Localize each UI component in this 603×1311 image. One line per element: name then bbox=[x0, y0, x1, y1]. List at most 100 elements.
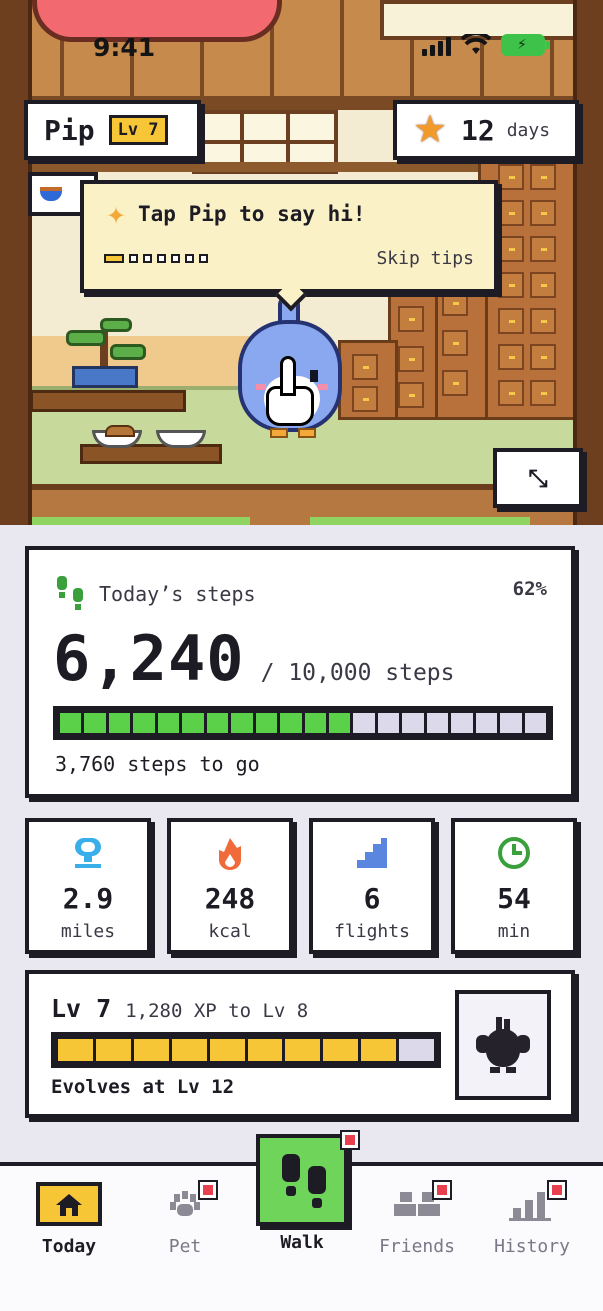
level-title: Lv 7 bbox=[51, 994, 112, 1023]
nav-label: Friends bbox=[379, 1236, 455, 1257]
expand-button[interactable]: ⤡ bbox=[493, 448, 583, 508]
signal-icon bbox=[422, 37, 451, 56]
tip-progress-dot bbox=[104, 254, 124, 263]
steps-card: Today’s steps 62% 6,240 / 10,000 steps 3… bbox=[25, 546, 575, 798]
sparkle-icon: ✦ bbox=[106, 202, 127, 230]
stat-card-minutes[interactable]: 54 min bbox=[451, 818, 577, 954]
stat-label: min bbox=[497, 921, 531, 942]
pin-icon bbox=[75, 838, 101, 868]
progress-segment-empty bbox=[524, 713, 547, 733]
progress-segment-filled bbox=[157, 713, 180, 733]
progress-segment-filled bbox=[182, 713, 204, 733]
stat-label: flights bbox=[334, 921, 410, 942]
tip-progress-dot bbox=[143, 254, 152, 263]
progress-segment-empty bbox=[399, 1039, 435, 1061]
bonsai-pot bbox=[72, 366, 138, 388]
notification-dot bbox=[432, 1180, 452, 1200]
progress-segment-filled bbox=[60, 713, 82, 733]
nav-pet[interactable]: Pet bbox=[130, 1180, 240, 1257]
progress-segment-filled bbox=[209, 1039, 245, 1061]
steps-progress-bar bbox=[53, 706, 553, 740]
home-icon bbox=[36, 1182, 102, 1226]
tip-message: Tap Pip to say hi! bbox=[138, 202, 366, 226]
notification-dot bbox=[198, 1180, 218, 1200]
stat-value: 2.9 bbox=[62, 882, 114, 915]
tip-progress-dot bbox=[185, 254, 194, 263]
progress-segment-filled bbox=[95, 1039, 131, 1061]
progress-segment-empty bbox=[377, 713, 400, 733]
progress-segment-filled bbox=[285, 1039, 321, 1061]
level-card[interactable]: Lv 7 1,280 XP to Lv 8 Evolves at Lv 12 bbox=[25, 970, 575, 1118]
streak-unit: days bbox=[506, 119, 551, 141]
evolve-text: Evolves at Lv 12 bbox=[51, 1076, 235, 1098]
pet-name: Pip bbox=[44, 113, 95, 147]
stat-value: 6 bbox=[363, 882, 381, 915]
progress-segment-empty bbox=[475, 713, 498, 733]
progress-segment-empty bbox=[500, 713, 522, 733]
bowl-icon bbox=[40, 187, 62, 201]
pet-name-chip[interactable]: Pip Lv 7 bbox=[24, 100, 201, 160]
xp-progress-bar bbox=[51, 1032, 441, 1068]
stairs-icon bbox=[357, 838, 387, 868]
progress-segment-filled bbox=[133, 1039, 169, 1061]
progress-segment-filled bbox=[323, 1039, 359, 1061]
notification-dot bbox=[547, 1180, 567, 1200]
progress-segment-filled bbox=[361, 1039, 397, 1061]
nav-history[interactable]: History bbox=[477, 1180, 587, 1257]
xp-remaining: 1,280 XP to Lv 8 bbox=[125, 1000, 309, 1022]
expand-icon: ⤡ bbox=[528, 464, 548, 492]
food-tray bbox=[80, 444, 222, 464]
progress-segment-filled bbox=[328, 713, 351, 733]
progress-segment-filled bbox=[231, 713, 253, 733]
tip-progress-dot bbox=[157, 254, 166, 263]
star-icon: ★ bbox=[413, 107, 448, 151]
progress-segment-filled bbox=[84, 713, 106, 733]
steps-remaining: 3,760 steps to go bbox=[55, 752, 260, 776]
flame-icon bbox=[219, 838, 241, 870]
tip-progress bbox=[104, 254, 208, 263]
clock-icon bbox=[498, 837, 530, 869]
stat-card-flights[interactable]: 6 flights bbox=[309, 818, 435, 954]
nav-friends[interactable]: Friends bbox=[362, 1180, 472, 1257]
steps-percent: 62% bbox=[512, 578, 547, 600]
stat-card-miles[interactable]: 2.9 miles bbox=[25, 818, 151, 954]
nav-today[interactable]: Today bbox=[14, 1182, 124, 1257]
streak-chip[interactable]: ★ 12 days bbox=[393, 100, 579, 160]
progress-segment-filled bbox=[133, 713, 155, 733]
evolution-preview[interactable] bbox=[455, 990, 551, 1100]
bar-chart-icon bbox=[499, 1180, 567, 1226]
stat-value: 54 bbox=[497, 882, 531, 915]
tip-progress-dot bbox=[199, 254, 208, 263]
tip-bubble[interactable]: ✦ Tap Pip to say hi! Skip tips bbox=[80, 180, 498, 293]
steps-count: 6,240 bbox=[53, 622, 245, 695]
progress-segment-empty bbox=[353, 713, 375, 733]
notification-dot bbox=[340, 1130, 360, 1150]
evolution-silhouette-icon bbox=[472, 1015, 534, 1075]
progress-segment-filled bbox=[304, 713, 326, 733]
walk-button[interactable] bbox=[256, 1130, 360, 1226]
battery-icon: ⚡ bbox=[501, 34, 550, 56]
progress-segment-filled bbox=[206, 713, 229, 733]
progress-segment-empty bbox=[402, 713, 424, 733]
stat-value: 248 bbox=[204, 882, 256, 915]
nav-walk-label[interactable]: Walk bbox=[256, 1232, 348, 1253]
streak-count: 12 bbox=[461, 113, 495, 147]
footsteps-icon bbox=[55, 574, 87, 614]
progress-segment-filled bbox=[171, 1039, 207, 1061]
tip-progress-dot bbox=[171, 254, 180, 263]
nav-label: Today bbox=[41, 1236, 97, 1257]
stat-card-kcal[interactable]: 248 kcal bbox=[167, 818, 293, 954]
status-icons: ⚡ bbox=[422, 31, 550, 56]
steps-goal: / 10,000 steps bbox=[260, 660, 455, 686]
tip-progress-dot bbox=[129, 254, 138, 263]
stat-label: miles bbox=[60, 921, 116, 942]
progress-segment-filled bbox=[255, 713, 278, 733]
status-time: 9:41 bbox=[93, 33, 156, 62]
cushion bbox=[32, 0, 282, 42]
low-table bbox=[30, 390, 186, 412]
wifi-icon bbox=[460, 31, 492, 56]
skip-tips-button[interactable]: Skip tips bbox=[376, 248, 474, 269]
nav-label: History bbox=[494, 1236, 570, 1257]
nav-label: Pet bbox=[168, 1236, 202, 1257]
stat-label: kcal bbox=[208, 921, 252, 942]
